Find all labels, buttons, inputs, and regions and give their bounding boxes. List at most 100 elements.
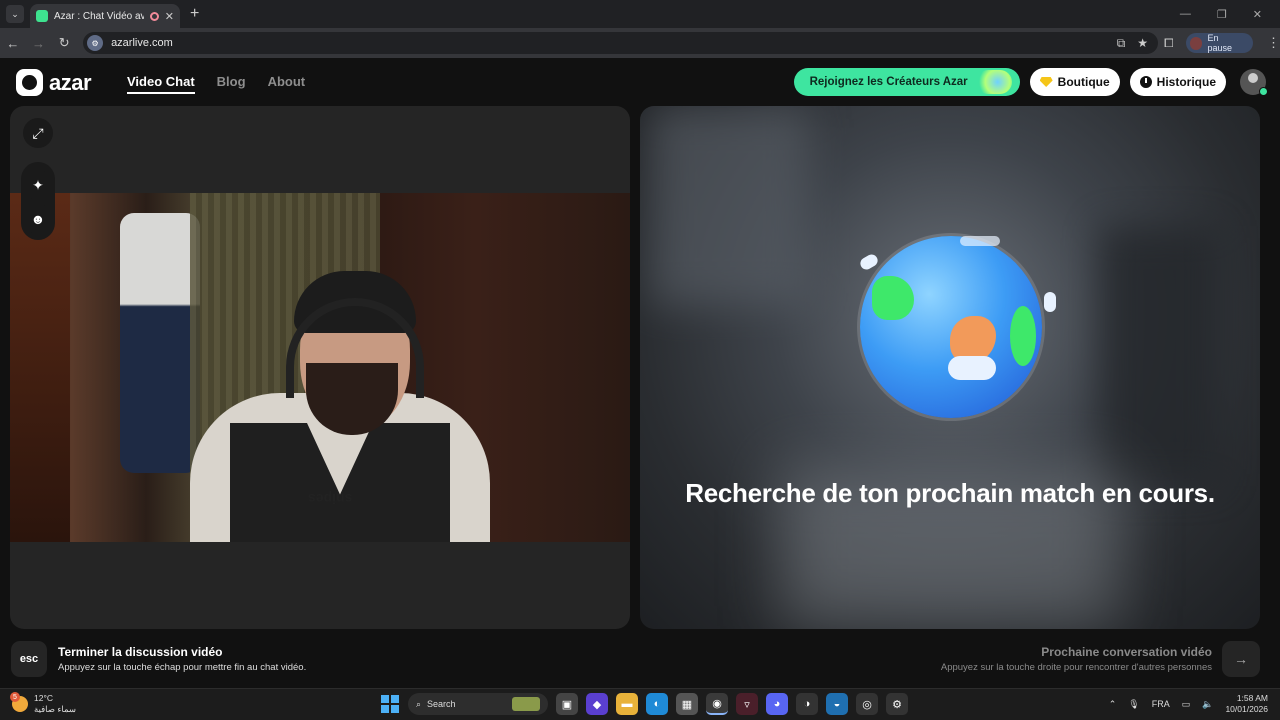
system-tray: ⌃ 🎙 FRA ▭ 🔈 1:58 AM 10/01/2026	[1109, 693, 1268, 715]
window-controls: — ❐ ✕	[1180, 0, 1280, 28]
self-camera-feed: snipes	[10, 193, 630, 542]
next-chat-title: Prochaine conversation vidéo	[1041, 645, 1212, 659]
taskbar-apps: ⌕ Search ▣ ◆ ▬ ◐ ▦ ◉ ▿ ◕ ◑ ◒ ◎ ⚙	[380, 693, 908, 715]
cloud-shape	[960, 236, 1000, 246]
clock-time: 1:58 AM	[1236, 693, 1268, 703]
volume-icon[interactable]: 🔈	[1202, 699, 1213, 710]
search-highlight-icon	[512, 697, 540, 711]
search-label: Search	[427, 699, 456, 709]
self-video-panel: snipes ⤢ ✦ ☻	[10, 106, 630, 629]
minimize-icon[interactable]: —	[1180, 8, 1191, 20]
next-arrow-button[interactable]: →	[1222, 641, 1260, 677]
address-toolbar: ← → ↻ ⚙ azarlive.com ⧉ ★ ⧠ En pause ⋮	[0, 28, 1280, 58]
esc-key-button[interactable]: esc	[11, 641, 47, 677]
microphone-icon[interactable]: 🎙	[1128, 699, 1139, 710]
azar-logo[interactable]: azar	[16, 69, 92, 96]
discord-icon[interactable]: ◕	[766, 693, 788, 715]
sticker-face-icon[interactable]: ☻	[23, 204, 53, 234]
notification-badge: 5	[10, 692, 20, 702]
close-window-icon[interactable]: ✕	[1253, 8, 1262, 21]
recording-indicator-icon	[149, 11, 159, 21]
shop-label: Boutique	[1057, 75, 1110, 89]
windows-start-icon[interactable]	[380, 694, 400, 714]
back-icon[interactable]: ←	[0, 36, 26, 51]
azar-page: azar Video Chat Blog About Rejoignez les…	[0, 58, 1280, 688]
cast-icon[interactable]: ⧉	[1117, 36, 1126, 51]
file-explorer-icon[interactable]: ▬	[616, 693, 638, 715]
browser-tab[interactable]: Azar : Chat Vidéo avec de n ✕	[30, 4, 180, 28]
settings-gear-icon[interactable]: ⚙	[886, 693, 908, 715]
clock-date: 10/01/2026	[1225, 704, 1268, 714]
task-view-icon[interactable]: ▣	[556, 693, 578, 715]
pie-app-icon[interactable]: ◑	[796, 693, 818, 715]
cloud-shape	[948, 356, 996, 380]
azar-favicon-icon	[36, 10, 48, 22]
app-v-icon[interactable]: ▿	[736, 693, 758, 715]
steam-icon[interactable]: ◎	[856, 693, 878, 715]
shirt-print: snipes	[308, 491, 353, 507]
network-icon[interactable]: ▭	[1182, 699, 1191, 710]
forward-icon[interactable]: →	[26, 36, 52, 51]
background-closet	[10, 193, 70, 542]
azar-logo-icon	[16, 69, 43, 96]
main-nav: Video Chat Blog About	[127, 74, 305, 94]
url-text: azarlive.com	[111, 37, 173, 49]
cloud-shape	[1044, 292, 1056, 312]
search-icon: ⌕	[416, 698, 422, 709]
site-info-icon[interactable]: ⚙	[87, 35, 104, 51]
weather-desc: سماء صافية	[34, 704, 76, 714]
match-panel: Recherche de ton prochain match en cours…	[640, 106, 1260, 629]
close-tab-icon[interactable]: ✕	[165, 10, 174, 23]
join-creators-button[interactable]: Rejoignez les Créateurs Azar	[793, 68, 1020, 96]
reload-icon[interactable]: ↻	[51, 35, 77, 51]
profile-paused-chip[interactable]: En pause	[1185, 33, 1253, 53]
nav-about[interactable]: About	[268, 74, 306, 94]
extensions-icon[interactable]: ⧠	[1164, 36, 1174, 51]
gem-icon	[1039, 77, 1053, 87]
next-chat-subtitle: Appuyez sur la touche droite pour rencon…	[940, 662, 1212, 673]
nav-video-chat[interactable]: Video Chat	[127, 74, 195, 94]
moon-weather-icon: 5	[10, 692, 28, 712]
end-chat-subtitle: Appuyez sur la touche échap pour mettre …	[58, 662, 307, 673]
end-chat-title: Terminer la discussion vidéo	[58, 645, 223, 659]
online-status-dot	[1259, 87, 1268, 96]
cloud-shape	[858, 252, 880, 272]
new-tab-button[interactable]: +	[190, 5, 199, 23]
store-icon[interactable]: ▦	[676, 693, 698, 715]
paused-label: En pause	[1207, 33, 1232, 53]
browser-menu-icon[interactable]: ⋮	[1267, 35, 1280, 51]
shop-button[interactable]: Boutique	[1029, 68, 1120, 96]
globe-land	[1010, 306, 1036, 366]
blur-shape	[1100, 226, 1220, 486]
copilot-icon[interactable]: ◆	[586, 693, 608, 715]
profile-avatar-button[interactable]	[1240, 69, 1268, 96]
language-indicator[interactable]: FRA	[1152, 699, 1170, 709]
background-clothes	[120, 213, 200, 473]
tab-search-button[interactable]: ⌄	[6, 5, 24, 23]
edge-dev-icon[interactable]: ◒	[826, 693, 848, 715]
globe-icon	[860, 236, 1042, 418]
edge-icon[interactable]: ◐	[646, 693, 668, 715]
header-actions: Rejoignez les Créateurs Azar Boutique Hi…	[793, 68, 1268, 96]
history-label: Historique	[1156, 75, 1216, 89]
history-button[interactable]: Historique	[1129, 68, 1226, 96]
sparkle-effects-icon[interactable]: ✦	[23, 170, 53, 200]
restore-icon[interactable]: ❐	[1217, 8, 1227, 21]
profile-avatar-icon	[1189, 36, 1203, 50]
clock-icon	[1139, 76, 1152, 88]
taskbar-search[interactable]: ⌕ Search	[408, 693, 548, 715]
tab-title: Azar : Chat Vidéo avec de n	[54, 10, 144, 22]
taskbar-clock[interactable]: 1:58 AM 10/01/2026	[1225, 693, 1268, 715]
nav-blog[interactable]: Blog	[217, 74, 246, 94]
browser-tab-strip: ⌄ Azar : Chat Vidéo avec de n ✕ + — ❐ ✕	[0, 0, 1280, 28]
weather-widget[interactable]: 5 12°C سماء صافية	[10, 692, 76, 715]
expand-icon[interactable]: ⤢	[23, 118, 53, 148]
globe-land	[872, 276, 914, 320]
weather-temp: 12°C	[34, 693, 53, 703]
tray-chevron-icon[interactable]: ⌃	[1109, 699, 1117, 710]
blur-shape	[650, 106, 810, 306]
omnibox[interactable]: ⚙ azarlive.com ⧉ ★	[83, 32, 1159, 54]
chrome-icon[interactable]: ◉	[706, 693, 728, 715]
bookmark-star-icon[interactable]: ★	[1137, 36, 1148, 51]
matching-status-text: Recherche de ton prochain match en cours…	[685, 478, 1215, 508]
